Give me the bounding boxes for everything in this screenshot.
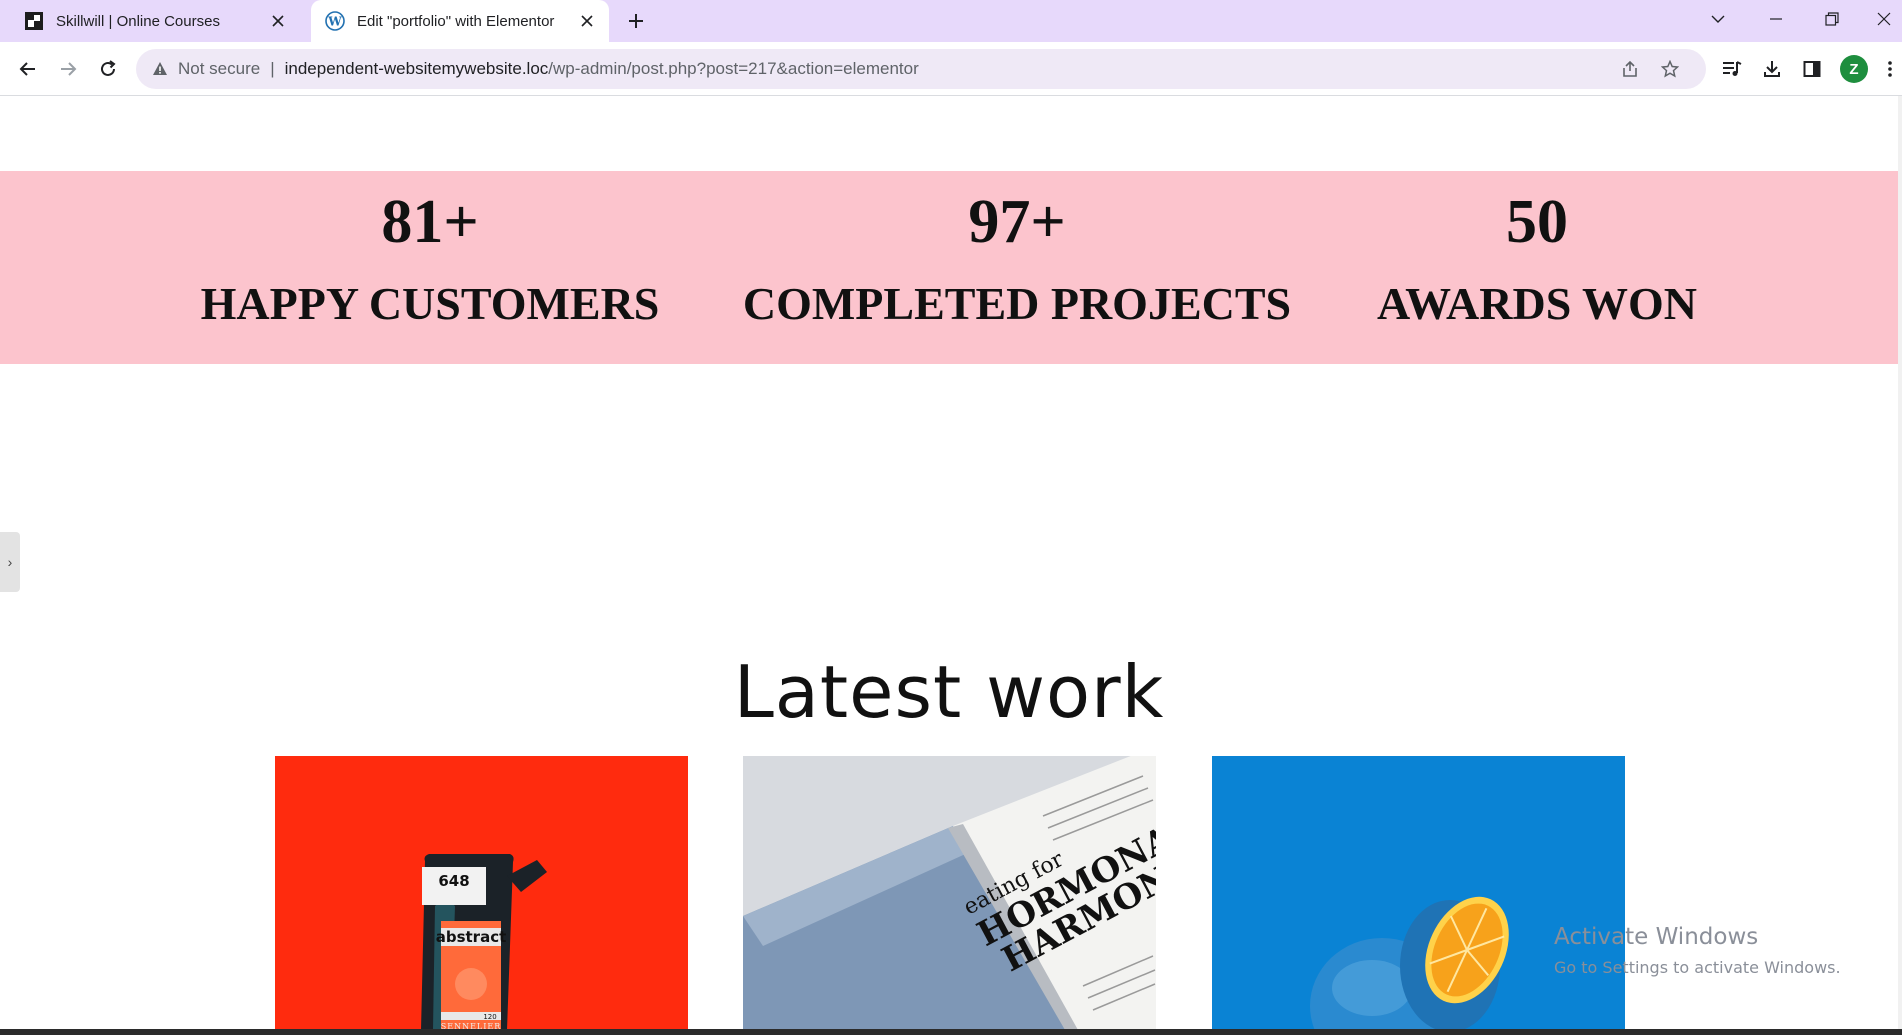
address-bar[interactable]: Not secure | independent-websitemywebsit… bbox=[136, 49, 1706, 89]
minimize-button[interactable] bbox=[1752, 0, 1800, 38]
work-card-paint-pouch[interactable]: 648 abstract 120 SENNELIER bbox=[275, 756, 688, 1030]
stat-happy-customers: 81+ HAPPY CUSTOMERS bbox=[201, 171, 660, 327]
tab-title: Edit "portfolio" with Elementor bbox=[357, 12, 555, 30]
restore-icon bbox=[1825, 12, 1839, 26]
plus-icon bbox=[629, 14, 643, 28]
close-icon[interactable] bbox=[573, 7, 601, 35]
arrow-right-icon bbox=[61, 62, 77, 76]
kebab-menu-icon bbox=[1888, 61, 1892, 77]
stat-awards-won: 50 AWARDS WON bbox=[1377, 171, 1697, 327]
download-icon bbox=[1764, 61, 1780, 77]
tab-skillwill[interactable]: Skillwill | Online Courses bbox=[10, 0, 300, 42]
menu-button[interactable] bbox=[1880, 55, 1900, 83]
latest-work-title: Latest work bbox=[733, 650, 1165, 734]
watermark-subtitle: Go to Settings to activate Windows. bbox=[1554, 958, 1841, 977]
work-card-magazine[interactable]: eating for HORMONAL HARMONY bbox=[743, 756, 1156, 1030]
browser-toolbar: Not secure | independent-websitemywebsit… bbox=[0, 42, 1902, 96]
url-path: /wp-admin/post.php?post=217&action=eleme… bbox=[548, 59, 919, 78]
vertical-scrollbar[interactable] bbox=[1898, 96, 1902, 1035]
security-label[interactable]: Not secure bbox=[178, 59, 260, 79]
new-tab-button[interactable] bbox=[620, 7, 652, 35]
stat-number: 50 bbox=[1506, 188, 1568, 256]
arrow-left-icon bbox=[19, 62, 35, 76]
profile-avatar[interactable]: Z bbox=[1840, 55, 1868, 83]
minimize-icon bbox=[1770, 18, 1782, 20]
warning-icon[interactable] bbox=[150, 59, 170, 79]
tab-search-button[interactable] bbox=[1694, 0, 1742, 38]
close-icon bbox=[1877, 12, 1891, 26]
reload-button[interactable] bbox=[94, 55, 122, 83]
bookmark-star-icon[interactable] bbox=[1656, 55, 1684, 83]
work-card-orange[interactable] bbox=[1212, 756, 1625, 1030]
svg-text:648: 648 bbox=[438, 872, 469, 890]
svg-text:W: W bbox=[327, 15, 342, 29]
downloads-button[interactable] bbox=[1758, 55, 1786, 83]
taskbar-edge bbox=[0, 1029, 1902, 1035]
orange-fruit-image bbox=[1212, 756, 1625, 1030]
reading-list-button[interactable] bbox=[1718, 55, 1746, 83]
tab-title: Skillwill | Online Courses bbox=[56, 12, 220, 30]
magazine-image: eating for HORMONAL HARMONY bbox=[743, 756, 1156, 1030]
stat-number: 97+ bbox=[968, 188, 1066, 256]
panel-toggle-handle[interactable]: › bbox=[0, 532, 20, 592]
side-panel-button[interactable] bbox=[1798, 55, 1826, 83]
svg-text:120: 120 bbox=[483, 1013, 496, 1021]
svg-text:abstract: abstract bbox=[436, 928, 507, 946]
forward-button[interactable] bbox=[54, 55, 82, 83]
skillwill-icon bbox=[24, 11, 44, 31]
watermark-title: Activate Windows bbox=[1554, 924, 1759, 950]
stats-band: 81+ HAPPY CUSTOMERS 97+ COMPLETED PROJEC… bbox=[0, 171, 1898, 364]
url-host: independent-websitemywebsite.loc bbox=[284, 59, 549, 78]
stat-label: AWARDS WON bbox=[1377, 278, 1697, 329]
close-icon[interactable] bbox=[264, 7, 292, 35]
reload-icon bbox=[101, 60, 116, 76]
tab-strip: Skillwill | Online Courses W Edit "portf… bbox=[0, 0, 1902, 42]
stat-number: 81+ bbox=[381, 188, 479, 256]
close-window-button[interactable] bbox=[1860, 0, 1902, 38]
back-button[interactable] bbox=[14, 55, 42, 83]
chevron-right-icon: › bbox=[7, 554, 13, 570]
chevron-down-icon bbox=[1711, 15, 1725, 23]
stat-label: COMPLETED PROJECTS bbox=[742, 278, 1292, 329]
side-panel-icon bbox=[1803, 61, 1821, 77]
restore-button[interactable] bbox=[1808, 0, 1856, 38]
windows-activation-watermark: Activate Windows Go to Settings to activ… bbox=[1554, 924, 1841, 977]
address-separator: | bbox=[270, 59, 275, 78]
wordpress-icon: W bbox=[325, 11, 345, 31]
paint-pouch-image: 648 abstract 120 SENNELIER bbox=[275, 756, 688, 1030]
stat-label: HAPPY CUSTOMERS bbox=[200, 278, 660, 329]
media-queue-icon bbox=[1723, 61, 1742, 76]
tab-elementor[interactable]: W Edit "portfolio" with Elementor bbox=[311, 0, 609, 42]
stat-completed-projects: 97+ COMPLETED PROJECTS bbox=[743, 171, 1291, 327]
share-icon[interactable] bbox=[1616, 55, 1644, 83]
